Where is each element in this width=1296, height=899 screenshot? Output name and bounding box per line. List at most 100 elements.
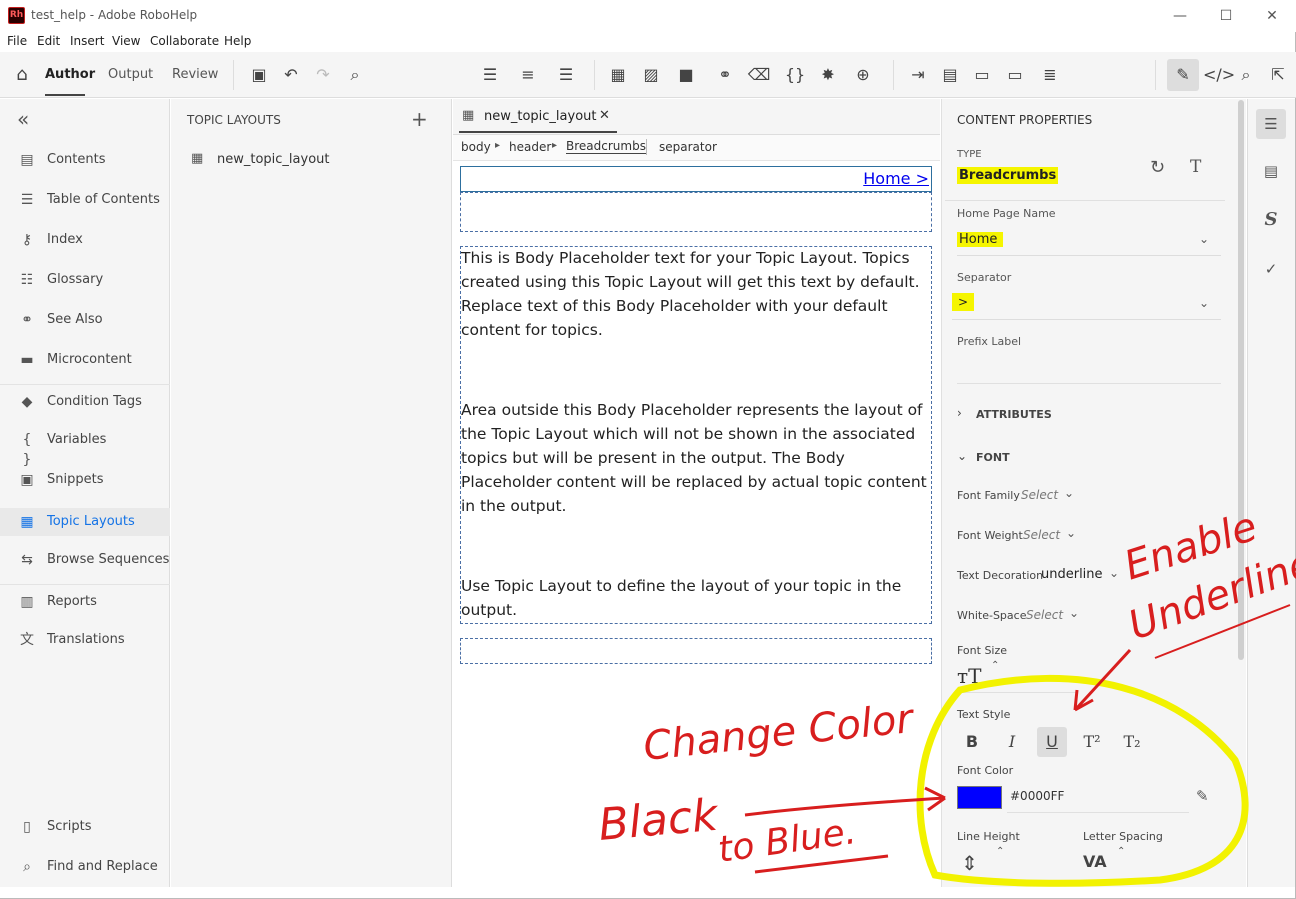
text-decoration-select[interactable]: underline ⌄ <box>1041 566 1121 586</box>
white-space-select[interactable]: Select ⌄ <box>1026 606 1086 626</box>
subscript-button[interactable]: T₂ <box>1117 727 1147 757</box>
tab-output[interactable]: Output <box>108 67 153 82</box>
nav-item-reports[interactable]: ▥ Reports <box>0 588 170 616</box>
home-icon[interactable]: ⌂ <box>10 63 34 87</box>
nav-item-translations[interactable]: 文 Translations <box>0 626 170 654</box>
refresh-icon[interactable]: ↻ <box>1150 157 1165 178</box>
menu-collaborate[interactable]: Collaborate <box>150 34 219 48</box>
prefix-input-underline[interactable] <box>957 383 1221 384</box>
nav-item-find-replace[interactable]: ⌕ Find and Replace <box>0 853 170 881</box>
font-section-toggle[interactable]: ⌄ FONT <box>957 449 1207 469</box>
font-color-value[interactable]: #0000FF <box>1010 789 1064 803</box>
stepper-up-icon[interactable]: ⌃ <box>1117 846 1125 857</box>
nav-item-snippets[interactable]: ▣ Snippets <box>0 466 170 494</box>
add-layout-button[interactable]: + <box>411 107 428 131</box>
layout-list-item[interactable]: ▦ new_topic_layout <box>171 147 451 173</box>
title-bar: Rh test_help - Adobe RoboHelp — ☐ ✕ <box>0 0 1296 32</box>
row-divider <box>945 200 1225 201</box>
home-breadcrumb-link[interactable]: Home > <box>863 169 929 188</box>
indent-icon[interactable]: ⇥ <box>906 63 930 87</box>
edit-pencil-icon[interactable]: ✎ <box>1167 59 1199 91</box>
export-icon[interactable]: ⇱ <box>1266 63 1290 87</box>
nav-item-microcontent[interactable]: ▬ Microcontent <box>0 346 170 374</box>
font-family-select[interactable]: Select ⌄ <box>1021 486 1081 506</box>
stepper-up-icon[interactable]: ⌃ <box>991 660 999 671</box>
nav-item-see-also[interactable]: ⚭ See Also <box>0 306 170 334</box>
insert-video-icon[interactable]: ■ <box>674 63 698 87</box>
close-window-button[interactable]: ✕ <box>1249 0 1295 32</box>
tab-new-topic-layout[interactable]: ▦ new_topic_layout ✕ <box>459 103 617 133</box>
footer-placeholder[interactable] <box>460 638 932 664</box>
eraser-icon[interactable]: ⌫ <box>747 63 771 87</box>
styles-icon[interactable]: S <box>1256 205 1286 235</box>
preview-icon[interactable]: ⌕ <box>1234 63 1258 87</box>
props-scrollbar[interactable] <box>1238 100 1244 660</box>
nav-item-condition-tags[interactable]: ◆ Condition Tags <box>0 388 170 416</box>
bold-button[interactable]: B <box>957 727 987 757</box>
insert-link-icon[interactable]: ⚭ <box>713 63 737 87</box>
code-view-icon[interactable]: </> <box>1203 63 1235 87</box>
rows-icon[interactable]: ≣ <box>1038 63 1062 87</box>
bullet-list-icon[interactable]: ☰ <box>478 63 502 87</box>
breadcrumb-body[interactable]: body <box>461 140 491 154</box>
nav-item-variables[interactable]: { } Variables <box>0 426 170 468</box>
tab-close-icon[interactable]: ✕ <box>599 108 610 123</box>
tab-author[interactable]: Author <box>45 67 95 82</box>
footer-layout-icon[interactable]: ▭ <box>1003 63 1027 87</box>
layout-icon: ▦ <box>462 108 475 123</box>
insert-image-icon[interactable]: ▨ <box>639 63 663 87</box>
save-icon[interactable]: ▣ <box>247 63 271 87</box>
menu-edit[interactable]: Edit <box>37 34 60 48</box>
toolbar-divider <box>233 60 234 90</box>
underline-button[interactable]: U <box>1037 727 1067 757</box>
superscript-button[interactable]: T² <box>1077 727 1107 757</box>
nav-item-browse-sequences[interactable]: ⇆ Browse Sequences <box>0 546 170 574</box>
line-height-label: Line Height <box>957 830 1020 843</box>
numbered-list-icon[interactable]: ≡ <box>516 63 540 87</box>
menu-file[interactable]: File <box>7 34 27 48</box>
menu-help[interactable]: Help <box>224 34 251 48</box>
star-icon[interactable]: ✸ <box>816 63 840 87</box>
stepper-up-icon[interactable]: ⌃ <box>996 846 1004 857</box>
attributes-section-toggle[interactable]: › ATTRIBUTES <box>957 406 1207 426</box>
menu-view[interactable]: View <box>112 34 140 48</box>
minimize-button[interactable]: — <box>1157 0 1203 32</box>
header-layout-icon[interactable]: ▤ <box>938 63 962 87</box>
window-layout-icon[interactable]: ▭ <box>970 63 994 87</box>
add-circle-icon[interactable]: ⊕ <box>851 63 875 87</box>
font-weight-select[interactable]: Select ⌄ <box>1023 526 1083 546</box>
nav-item-toc[interactable]: ☰ Table of Contents <box>0 186 170 214</box>
collapse-panel-icon[interactable]: « <box>17 107 29 131</box>
nav-item-topic-layouts[interactable]: ▦ Topic Layouts <box>0 508 170 536</box>
nav-item-scripts[interactable]: ▯ Scripts <box>0 813 170 841</box>
left-navigation: « ▤ Contents ☰ Table of Contents ⚷ Index ☷ G… <box>0 99 170 887</box>
header-breadcrumb-region[interactable]: Home > <box>460 166 932 192</box>
variables-icon[interactable]: {} <box>783 63 807 87</box>
nav-item-glossary[interactable]: ☷ Glossary <box>0 266 170 294</box>
separator-dropdown[interactable]: > ⌄ <box>952 290 1221 320</box>
clear-format-icon[interactable]: T <box>1190 157 1201 177</box>
page-settings-icon[interactable]: ▤ <box>1256 156 1286 186</box>
font-color-swatch[interactable] <box>957 786 1002 809</box>
insert-table-icon[interactable]: ▦ <box>606 63 630 87</box>
properties-sliders-icon[interactable]: ☰ <box>1256 109 1286 139</box>
microcontent-icon: ▬ <box>20 352 34 368</box>
undo-icon[interactable]: ↶ <box>279 63 303 87</box>
breadcrumb-separator[interactable]: separator <box>659 140 717 154</box>
multilevel-list-icon[interactable]: ☰ <box>554 63 578 87</box>
text-style-label: Text Style <box>957 708 1011 721</box>
eyedropper-icon[interactable]: ✎ <box>1196 787 1209 805</box>
header-placeholder[interactable] <box>460 192 932 232</box>
nav-item-contents[interactable]: ▤ Contents <box>0 146 170 174</box>
breadcrumb-header[interactable]: header <box>509 140 551 154</box>
tab-review[interactable]: Review <box>172 67 218 82</box>
spellcheck-icon[interactable]: ⌕ <box>343 63 367 87</box>
maximize-button[interactable]: ☐ <box>1203 0 1249 32</box>
menu-insert[interactable]: Insert <box>70 34 104 48</box>
breadcrumb-breadcrumbs[interactable]: Breadcrumbs <box>566 139 646 154</box>
spellcheck-icon[interactable]: ✓ <box>1256 254 1286 284</box>
italic-button[interactable]: I <box>997 727 1027 757</box>
home-page-name-dropdown[interactable]: Home ⌄ <box>957 228 1221 256</box>
redo-icon[interactable]: ↷ <box>311 63 335 87</box>
nav-item-index[interactable]: ⚷ Index <box>0 226 170 254</box>
